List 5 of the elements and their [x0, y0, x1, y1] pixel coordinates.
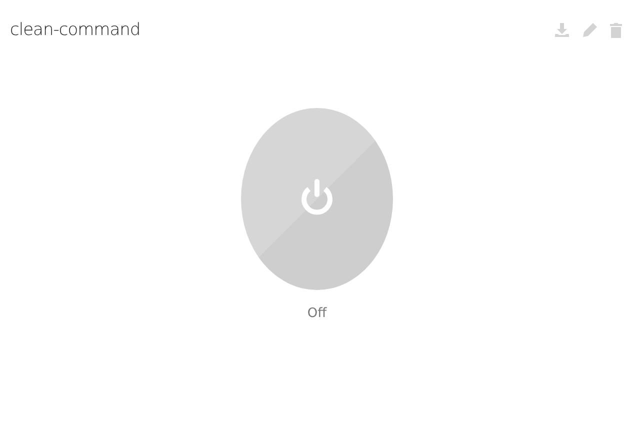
download-icon[interactable]: [554, 22, 570, 38]
switch-state-label: Off: [307, 306, 327, 321]
widget-title: clean-command: [10, 20, 140, 40]
pencil-icon[interactable]: [582, 22, 598, 38]
trash-icon[interactable]: [610, 22, 622, 38]
